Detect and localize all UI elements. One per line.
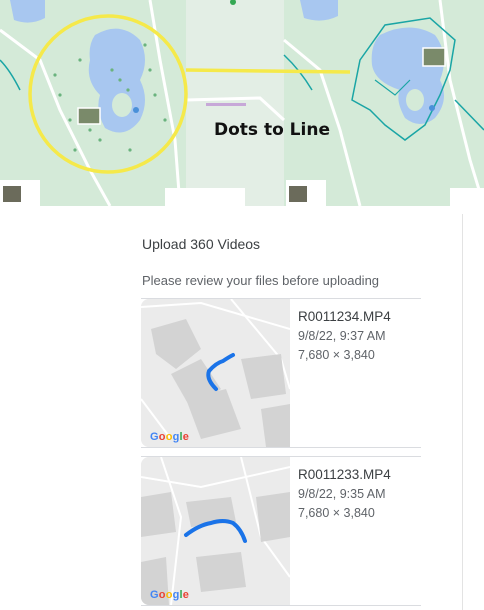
location-pin	[133, 107, 139, 113]
track-map-thumbnail: Google	[141, 457, 290, 605]
comparison-svg	[0, 0, 484, 206]
file-datetime: 9/8/22, 9:35 AM	[298, 487, 386, 501]
lake-island	[406, 89, 424, 111]
google-logo: Google	[150, 589, 190, 601]
connector-line	[185, 68, 351, 74]
dialog-subtitle: Please review your files before uploadin…	[142, 273, 380, 288]
lake-island	[112, 93, 132, 117]
map-bottom-panel	[450, 188, 484, 206]
location-pin	[429, 105, 435, 111]
map-bottom-panel	[165, 188, 245, 206]
map-label-stub	[206, 103, 246, 106]
photo-marker	[422, 47, 446, 67]
pond-shape	[10, 0, 45, 23]
file-resolution: 7,680 × 3,840	[298, 506, 375, 520]
comparison-illustration: Dots to Line	[0, 0, 484, 206]
photo-marker	[77, 107, 101, 125]
file-name: R0011233.MP4	[298, 467, 391, 482]
file-card[interactable]: Google R0011233.MP4 9/8/22, 9:35 AM 7,68…	[141, 456, 421, 606]
file-datetime: 9/8/22, 9:37 AM	[298, 329, 386, 343]
dialog-title: Upload 360 Videos	[142, 236, 261, 252]
file-card[interactable]: Google R0011234.MP4 9/8/22, 9:37 AM 7,68…	[141, 298, 421, 448]
track-map-thumbnail: Google	[141, 299, 290, 447]
file-name: R0011234.MP4	[298, 309, 391, 324]
right-map-background	[284, 0, 484, 206]
google-logo: Google	[150, 431, 190, 443]
track-map-svg	[141, 457, 290, 605]
file-resolution: 7,680 × 3,840	[298, 348, 375, 362]
panel-thumbnail	[3, 186, 21, 202]
pond-shape	[300, 0, 338, 21]
hero-caption: Dots to Line	[214, 120, 330, 140]
track-map-svg	[141, 299, 290, 447]
panel-divider	[462, 214, 463, 610]
panel-thumbnail	[289, 186, 307, 202]
